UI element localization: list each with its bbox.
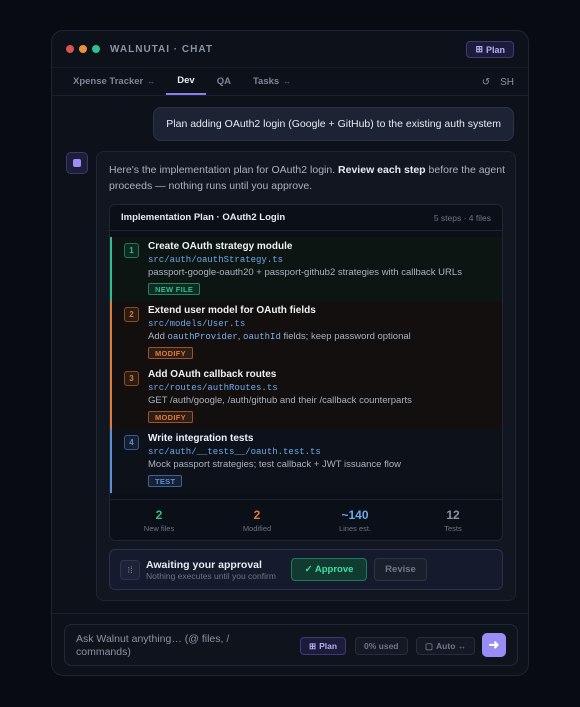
refresh-icon[interactable]: ↺	[482, 77, 490, 88]
stat-value: 2	[253, 508, 261, 522]
plan-step: 4 Write integration tests src/auth/__tests…	[110, 429, 502, 493]
plan-title: Implementation Plan · OAuth2 Login	[121, 212, 286, 223]
assistant-avatar	[66, 152, 88, 174]
intro-text: Here's the implementation plan for OAuth…	[109, 164, 339, 176]
stat-label: Tests	[444, 524, 462, 533]
plan-step: 1 Create OAuth strategy module src/auth/oa…	[110, 237, 502, 301]
stat-modified: 2 Modified	[208, 500, 306, 540]
stat-label: Lines est.	[338, 524, 372, 533]
step-tag: MODIFY	[148, 411, 193, 423]
step-number: 3	[124, 371, 139, 386]
plan-step: 3 Add OAuth callback routes src/routes/aut…	[110, 365, 502, 429]
step-tag: TEST	[148, 475, 183, 487]
window-controls	[66, 45, 100, 53]
model-select-chip[interactable]: ▢ Auto ↔	[416, 637, 476, 655]
revise-button[interactable]: Revise	[374, 558, 427, 581]
grid-icon: ⊞	[475, 44, 483, 54]
plan-chip-label: Plan	[319, 641, 338, 651]
step-title: Extend user model for OAuth fields	[148, 305, 316, 316]
composer-divider	[52, 613, 528, 614]
reply-intro: Here's the implementation plan for OAuth…	[109, 162, 505, 194]
swap-icon: ↔	[283, 77, 292, 86]
chat-window: WALNUTAI · CHAT ⊞ Plan Xpense Tracker ↔ …	[51, 30, 529, 676]
intro-bold: Review each step	[338, 164, 426, 176]
desc-text: GET /auth/google, /auth/github and their…	[148, 395, 412, 406]
send-button[interactable]: ➜	[482, 633, 506, 657]
grid-icon: ⊞	[309, 640, 317, 651]
desc-text: passport-google-oauth20 + passport-githu…	[148, 267, 462, 278]
plan-stats: 2 New files 2 Modified ~140 Lines est. 1…	[110, 499, 502, 540]
tab-xpense-tracker[interactable]: Xpense Tracker ↔	[62, 68, 166, 95]
stat-value: 12	[446, 508, 460, 522]
plan-mode-label: Plan	[485, 44, 505, 55]
close-dot[interactable]	[66, 45, 74, 53]
hourglass-icon: ⁝⁞	[120, 560, 140, 580]
step-file-path[interactable]: src/auth/oauthStrategy.ts	[148, 255, 283, 265]
tab-label: QA	[216, 76, 231, 87]
step-number: 4	[124, 435, 139, 450]
step-file-path[interactable]: src/routes/authRoutes.ts	[148, 383, 278, 393]
desc-text: Add	[148, 331, 168, 342]
approval-title: Awaiting your approval	[146, 559, 262, 571]
stat-label: New files	[143, 524, 175, 533]
stat-value: 2	[155, 508, 163, 522]
plan-card: Implementation Plan · OAuth2 Login 5 ste…	[109, 204, 503, 541]
user-initials[interactable]: SH	[500, 77, 514, 88]
minimize-dot[interactable]	[79, 45, 87, 53]
message-input[interactable]: Ask Walnut anything… (@ files, / command…	[76, 633, 276, 659]
user-message: Plan adding OAuth2 login (Google + GitHu…	[153, 107, 514, 141]
context-usage-chip[interactable]: 0% used	[355, 637, 408, 655]
step-tag: MODIFY	[148, 347, 193, 359]
maximize-dot[interactable]	[92, 45, 100, 53]
tab-dev[interactable]: Dev	[166, 68, 206, 95]
tab-qa[interactable]: QA	[206, 68, 242, 95]
stat-lines: ~140 Lines est.	[306, 500, 404, 540]
arrow-right-icon: ➜	[488, 637, 500, 652]
walnut-logo-icon	[73, 159, 81, 167]
plan-mode-chip[interactable]: ⊞ Plan	[300, 637, 347, 655]
tab-tools: ↺ SH	[482, 68, 514, 97]
step-description: passport-google-oauth20 + passport-githu…	[148, 267, 462, 278]
stat-value: ~140	[341, 508, 369, 522]
tab-label: Dev	[177, 75, 195, 86]
plan-meta: 5 steps · 4 files	[433, 212, 491, 223]
step-title: Add OAuth callback routes	[148, 369, 277, 380]
step-description: Add oauthProvider, oauthId fields; keep …	[148, 331, 411, 342]
desc-text: Mock passport strategies; test callback …	[148, 459, 401, 470]
tab-bar: Xpense Tracker ↔ Dev QA Tasks ↔ ↺ SH	[52, 67, 528, 96]
tab-label: Xpense Tracker	[73, 76, 144, 87]
desc-text: fields; keep password optional	[280, 331, 411, 342]
window-title: WALNUTAI · CHAT	[110, 43, 213, 55]
stat-label: Modified	[242, 524, 272, 533]
tab-label: Tasks	[252, 76, 280, 87]
plan-header: Implementation Plan · OAuth2 Login 5 ste…	[110, 205, 502, 231]
step-description: Mock passport strategies; test callback …	[148, 459, 401, 470]
composer: Ask Walnut anything… (@ files, / command…	[64, 624, 518, 666]
approval-subtitle: Nothing executes until you confirm	[146, 571, 276, 581]
plan-mode-badge[interactable]: ⊞ Plan	[466, 41, 514, 58]
step-title: Write integration tests	[148, 433, 254, 444]
step-title: Create OAuth strategy module	[148, 241, 293, 252]
tab-tasks[interactable]: Tasks ↔	[242, 68, 302, 95]
inline-code: oauthId	[243, 332, 281, 342]
title-bar: WALNUTAI · CHAT ⊞ Plan	[52, 31, 528, 67]
step-tag: NEW FILE	[148, 283, 201, 295]
stat-tests: 12 Tests	[404, 500, 502, 540]
step-number: 2	[124, 307, 139, 322]
step-number: 1	[124, 243, 139, 258]
step-description: GET /auth/google, /auth/github and their…	[148, 395, 412, 406]
step-file-path[interactable]: src/auth/__tests__/oauth.test.ts	[148, 447, 321, 457]
swap-icon: ↔	[147, 77, 156, 86]
approve-button[interactable]: ✓ Approve	[291, 558, 367, 581]
stat-new-files: 2 New files	[110, 500, 208, 540]
step-file-path[interactable]: src/models/User.ts	[148, 319, 245, 329]
model-label: Auto ↔	[436, 641, 467, 651]
plan-step: 2 Extend user model for OAuth fields src/m…	[110, 301, 502, 365]
assistant-reply: Here's the implementation plan for OAuth…	[96, 151, 516, 601]
approval-banner: ⁝⁞ Awaiting your approval Nothing execut…	[109, 549, 503, 590]
cube-icon: ▢	[425, 640, 434, 651]
inline-code: oauthProvider	[167, 332, 238, 342]
